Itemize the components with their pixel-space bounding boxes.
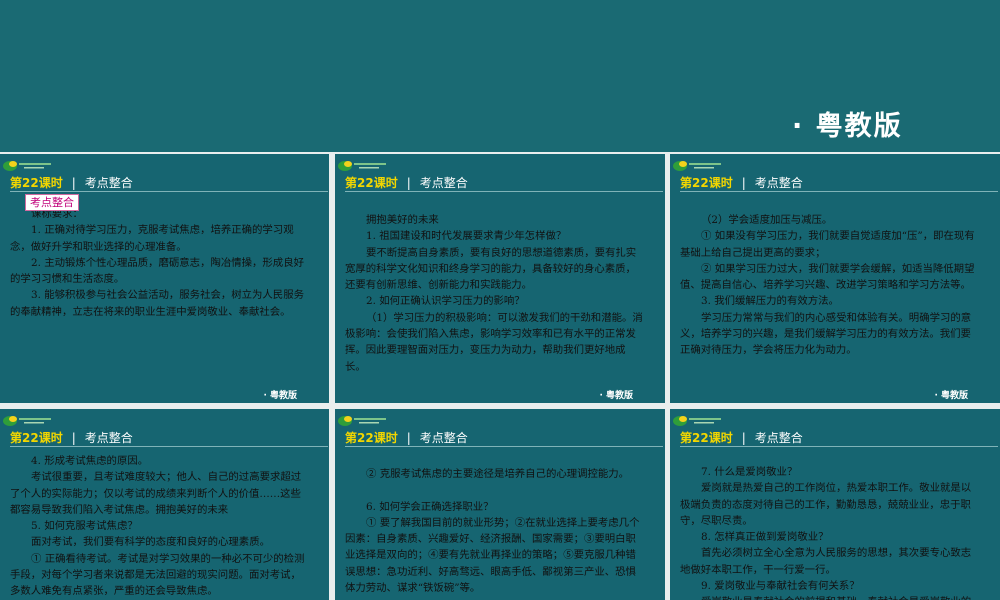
header-divider [680,191,998,192]
slide-paragraph: 9. 爱岗敬业与奉献社会有何关系？ [701,580,860,593]
slide-body: 课标要求： 1. 正确对待学习压力，克服考试焦虑，培养正确的学习观念，做好升学和职… [10,206,308,320]
slide-paragraph: ② 如果学习压力过大，我们就要学会缓解，如适当降低期望值、提高自信心、培养学习兴… [680,262,975,292]
slide-paragraph: 5. 如何克服考试焦虑？ [31,520,138,533]
slide-thumbnail-2[interactable]: 第22课时 | 考点整合 拥抱美好的未来 1. 祖国建设和时代发展要求青少年怎样做？ 要… [335,154,665,403]
topic-label: 考点整合 [754,176,803,190]
header-separator: | [406,176,411,190]
logo-icon [673,416,721,426]
lesson-label: 第22课时 [345,176,398,190]
slide-paragraph: 面对考试，我们要有科学的态度和良好的心理素质。 [31,536,270,549]
slide-body: 4. 形成考试焦虑的原因。考试很重要，且考试难度较大；他人、自己的过高要求超过了… [10,453,308,600]
slide-paragraph: 2. 如何正确认识学习压力的影响？ [366,295,525,308]
lesson-label: 第22课时 [680,431,733,445]
topic-label: 考点整合 [419,431,468,445]
topic-label: 考点整合 [754,431,803,445]
slide-paragraph: 拥抱美好的未来 [366,214,439,226]
section-tag: 考点整合 [25,194,79,211]
slide-paragraph: ① 要了解我国目前的就业形势；②在就业选择上要考虑几个因素：自身素质、兴趣爱好、… [345,516,640,595]
slide-paragraph: 要不断提高自身素质，要有良好的思想道德素质，要有扎实宽厚的科学文化知识和终身学习… [345,246,637,292]
slide-thumbnail-5[interactable]: 第22课时 | 考点整合 ② 克服考试焦虑的主要途径是培养自己的心理调控能力。 6.… [335,409,665,600]
slide-paragraph [345,482,643,498]
lesson-label: 第22课时 [10,431,63,445]
slide-body: 7. 什么是爱岗敬业？ 爱岗就是热爱自己的工作岗位，热爱本职工作。敬业就是以极端负… [680,464,978,600]
slide-header: 第22课时 | 考点整合 [10,429,320,446]
slide-paragraph: 7. 什么是爱岗敬业？ [701,466,798,478]
header-divider [345,446,663,447]
header-separator: | [406,431,411,445]
slide-paragraph: 考试很重要，且考试难度较大；他人、自己的过高要求超过了个人的实际能力；仅以考试的… [10,471,302,516]
logo-icon [338,161,386,171]
slide-footer: · 粤教版 [934,391,968,401]
slide-paragraph: 2. 主动锻炼个性心理品质，磨砺意志，陶冶情操，形成良好的学习习惯和生活态度。 [10,256,304,286]
topic-label: 考点整合 [419,176,468,190]
slide-header: 第22课时 | 考点整合 [345,174,655,191]
slide-paragraph: 4. 形成考试焦虑的原因。 [31,455,149,467]
topic-label: 考点整合 [84,176,133,190]
header-divider [10,446,328,447]
slide-paragraph: ① 如果没有学习压力，我们就要自觉适度加“压”，即在现有基础上给自己提出更高的要… [680,230,975,259]
slide-paragraph: 首先必须树立全心全意为人民服务的思想，其次要专心致志地做好本职工作，干一行爱一行… [680,547,972,576]
slide-thumbnail-1[interactable]: 第22课时 | 考点整合 课标要求： 1. 正确对待学习压力，克服考试焦虑，培养正确的… [0,154,329,403]
slide-paragraph: 1. 正确对待学习压力，克服考试焦虑，培养正确的学习观念，做好升学和职业选择的心… [10,224,294,253]
slide-paragraph: （1）学习压力的积极影响：可以激发我们的干劲和潜能。消极影响：会使我们陷入焦虑，… [345,311,643,373]
logo-icon [3,416,51,426]
topic-label: 考点整合 [84,431,133,445]
header-separator: | [741,176,746,190]
header-separator: | [741,431,746,445]
slide-paragraph: 学习压力常常与我们的内心感受和体验有关。明确学习的意义，培养学习的兴趣，是我们缓… [680,311,972,357]
brand-title: · 粤教版 [792,111,903,142]
slide-thumbnail-6[interactable]: 第22课时 | 考点整合 7. 什么是爱岗敬业？ 爱岗就是热爱自己的工作岗位，热爱本职… [670,409,1000,600]
slide-paragraph: 8. 怎样真正做到爱岗敬业？ [701,531,829,544]
slide-grid: 第22课时 | 考点整合 课标要求： 1. 正确对待学习压力，克服考试焦虑，培养正确的… [0,152,1000,600]
logo-icon [3,161,51,171]
slide-header: 第22课时 | 考点整合 [680,174,990,191]
slide-body: 拥抱美好的未来 1. 祖国建设和时代发展要求青少年怎样做？ 要不断提高自身素质，要有… [345,212,643,375]
slide-paragraph: ② 克服考试焦虑的主要途径是培养自己的心理调控能力。 [366,468,630,480]
header-divider [345,191,663,192]
slide-paragraph: 1. 祖国建设和时代发展要求青少年怎样做？ [366,230,567,243]
lesson-label: 第22课时 [10,176,63,190]
logo-icon [338,416,386,426]
slide-footer: · 粤教版 [599,391,633,401]
slide-thumbnail-4[interactable]: 第22课时 | 考点整合 4. 形成考试焦虑的原因。考试很重要，且考试难度较大；他人… [0,409,329,600]
slide-thumbnail-3[interactable]: 第22课时 | 考点整合 （2）学会适度加压与减压。 ① 如果没有学习压力，我们就要自… [670,154,1000,403]
slide-paragraph: 爱岗敬业是奉献社会的前提和基础，奉献社会是爱岗敬业的最终归宿。 [680,594,978,600]
slide-header: 第22课时 | 考点整合 [345,429,655,446]
slide-header: 第22课时 | 考点整合 [680,429,990,446]
slide-paragraph: 6. 如何学会正确选择职业？ [366,500,494,513]
lesson-label: 第22课时 [680,176,733,190]
slide-paragraph: （2）学会适度加压与减压。 [701,214,833,226]
lesson-label: 第22课时 [345,431,398,445]
logo-icon [673,161,721,171]
header-separator: | [71,431,76,445]
header-divider [680,446,998,447]
header-divider [10,191,328,192]
slide-body: （2）学会适度加压与减压。 ① 如果没有学习压力，我们就要自觉适度加“压”，即在现… [680,212,978,359]
slide-paragraph: 3. 能够积极参与社会公益活动，服务社会，树立为人民服务的奉献精神，立志在将来的… [10,289,304,318]
slide-header: 第22课时 | 考点整合 [10,174,320,191]
slide-paragraph: 爱岗就是热爱自己的工作岗位，热爱本职工作。敬业就是以极端负责的态度对待自己的工作… [680,482,972,527]
slide-footer: · 粤教版 [263,391,297,401]
slide-body: ② 克服考试焦虑的主要途径是培养自己的心理调控能力。 6. 如何学会正确选择职业… [345,466,643,596]
header-separator: | [71,176,76,190]
slide-paragraph: ① 正确看待考试。考试是对学习效果的一种必不可少的检测手段，对每个学习者来说都是… [10,552,305,598]
slide-paragraph: 3. 我们缓解压力的有效方法。 [701,295,839,308]
